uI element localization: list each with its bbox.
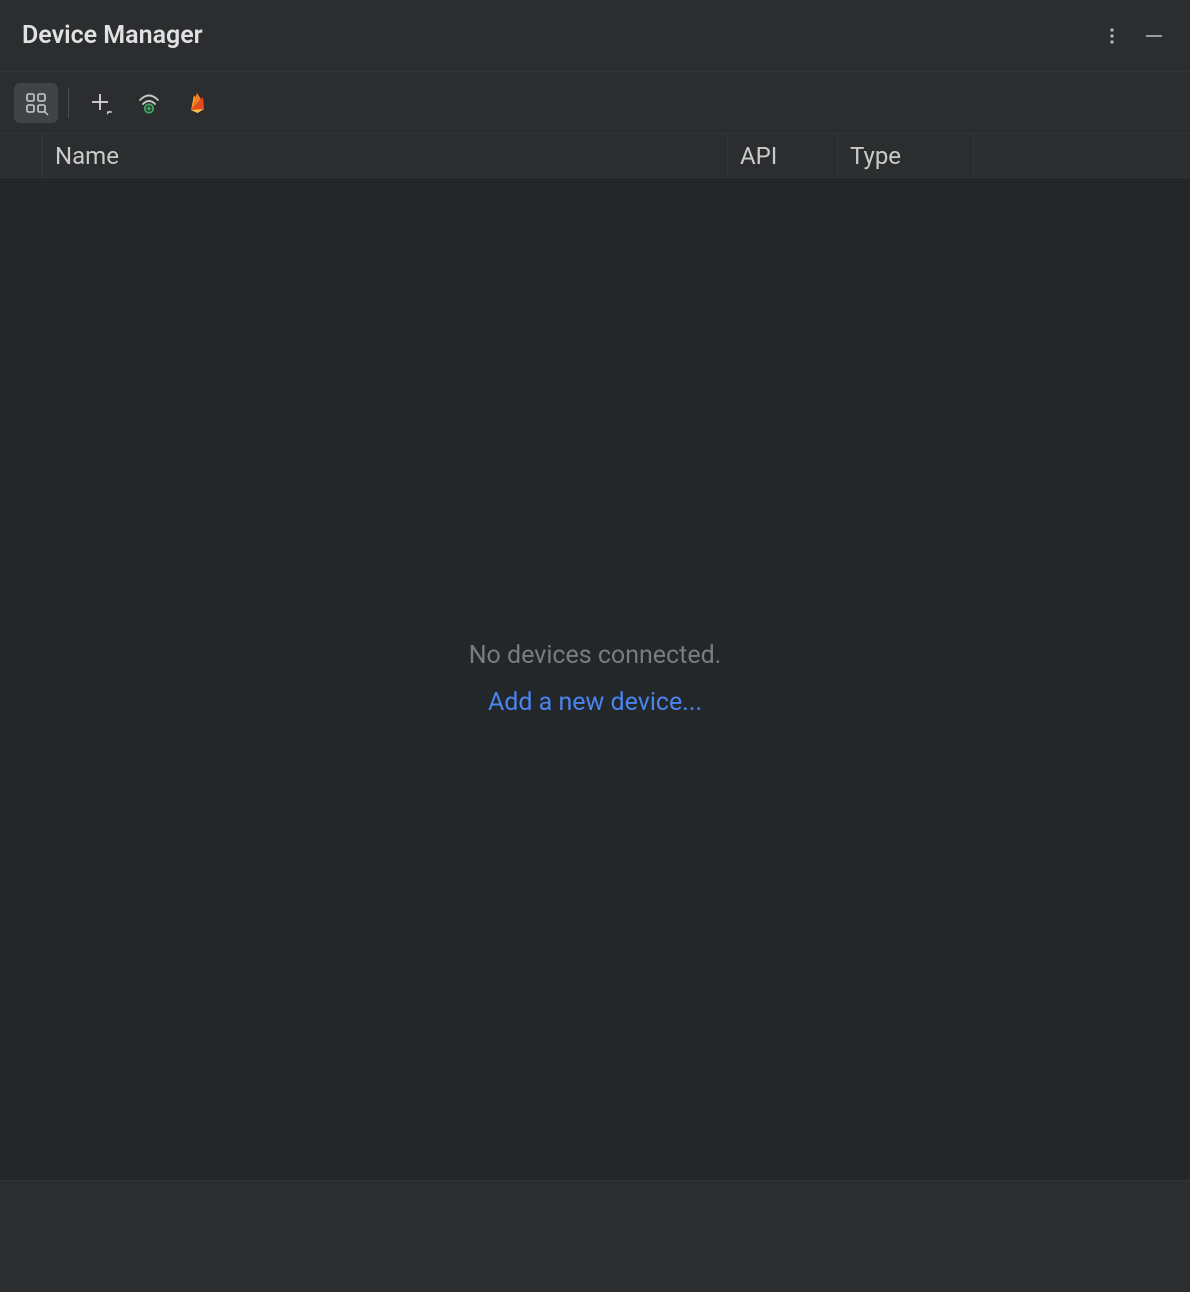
panel-title: Device Manager <box>22 21 203 50</box>
wifi-pair-icon <box>134 88 164 118</box>
column-type[interactable]: Type <box>838 134 974 177</box>
pair-wifi-button[interactable] <box>127 83 171 123</box>
more-options-button[interactable] <box>1094 18 1130 54</box>
table-header: Name API Type <box>0 134 1190 178</box>
configure-devices-button[interactable] <box>14 83 58 123</box>
toolbar <box>0 72 1190 134</box>
firebase-icon <box>184 90 210 116</box>
grid-icon <box>23 90 49 116</box>
column-api[interactable]: API <box>728 134 838 177</box>
empty-state-message: No devices connected. <box>469 641 722 670</box>
plus-icon <box>87 89 115 117</box>
minimize-button[interactable] <box>1136 18 1172 54</box>
add-new-device-link[interactable]: Add a new device... <box>488 688 702 717</box>
column-actions <box>974 134 1190 177</box>
firebase-button[interactable] <box>175 83 219 123</box>
add-device-button[interactable] <box>79 83 123 123</box>
content-area: No devices connected. Add a new device..… <box>0 178 1190 1180</box>
footer <box>0 1180 1190 1292</box>
toolbar-separator <box>68 88 69 118</box>
title-actions <box>1094 18 1172 54</box>
column-name[interactable]: Name <box>42 134 728 177</box>
minimize-icon <box>1142 24 1166 48</box>
more-vertical-icon <box>1102 26 1122 46</box>
column-select[interactable] <box>0 134 42 177</box>
titlebar: Device Manager <box>0 0 1190 72</box>
